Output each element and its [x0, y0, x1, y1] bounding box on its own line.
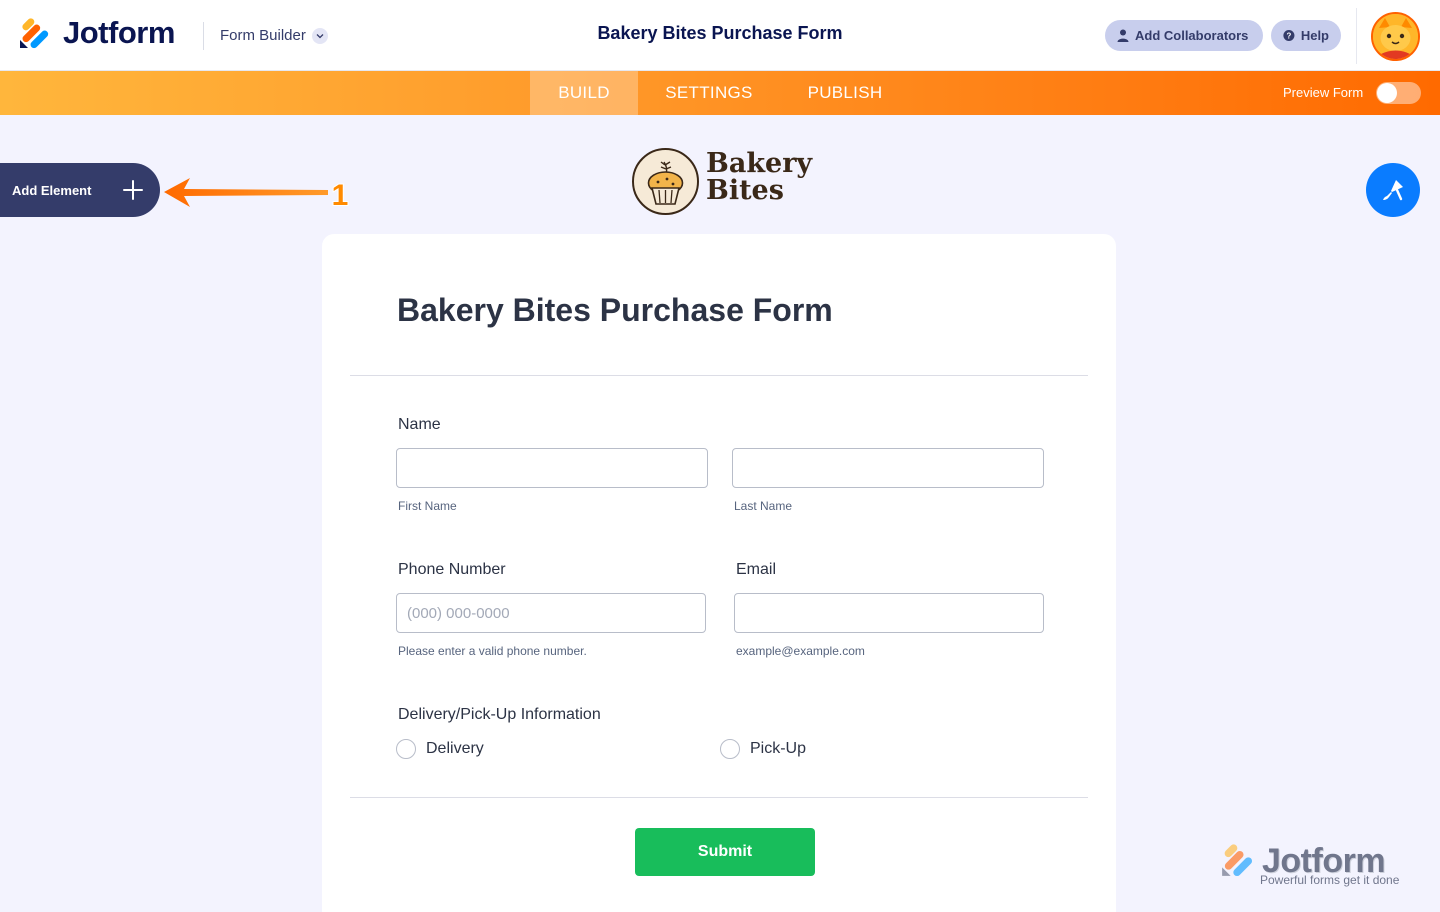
add-element-label: Add Element [12, 182, 92, 198]
toggle-knob [1377, 83, 1397, 103]
jotform-logo-icon[interactable] [18, 18, 50, 50]
header-divider [203, 22, 204, 50]
name-label[interactable]: Name [398, 416, 441, 434]
radio-pickup-label: Pick-Up [750, 740, 807, 757]
logo-text: Bakery Bites [706, 150, 812, 204]
jotform-watermark[interactable]: Jotform Powerful forms get it done [1220, 842, 1410, 892]
brand-name[interactable]: Jotform [63, 15, 175, 51]
phone-input[interactable] [396, 593, 706, 633]
form-heading[interactable]: Bakery Bites Purchase Form [397, 292, 833, 329]
logo-text-line-1: Bakery [706, 148, 813, 179]
header-divider [1356, 8, 1357, 64]
add-element-button[interactable]: Add Element [0, 163, 160, 217]
top-bar: Jotform Form Builder Bakery Bites Purcha… [0, 0, 1440, 71]
radio-circle[interactable] [396, 739, 416, 759]
radio-delivery[interactable]: Delivery [396, 739, 484, 759]
preview-form-label: Preview Form [1283, 85, 1364, 100]
radio-delivery-label: Delivery [426, 740, 484, 757]
avatar[interactable] [1371, 12, 1420, 61]
radio-circle[interactable] [720, 739, 740, 759]
user-icon [1117, 29, 1129, 42]
last-name-input[interactable] [732, 448, 1044, 488]
divider [350, 375, 1088, 376]
radio-pickup[interactable]: Pick-Up [720, 739, 806, 759]
svg-text:?: ? [1287, 32, 1292, 41]
email-input[interactable] [734, 593, 1044, 633]
form-designer-button[interactable] [1366, 163, 1420, 217]
watermark-tagline: Powerful forms get it done [1260, 873, 1400, 887]
help-label: Help [1300, 28, 1329, 43]
form-logo[interactable]: Bakery Bites [632, 148, 812, 218]
annotation-number: 1 [332, 179, 349, 212]
tab-build[interactable]: BUILD [530, 71, 638, 115]
delivery-label[interactable]: Delivery/Pick-Up Information [398, 706, 601, 724]
submit-button[interactable]: Submit [635, 828, 815, 876]
add-collaborators-button[interactable]: Add Collaborators [1105, 20, 1263, 51]
chevron-down-icon [311, 27, 328, 44]
first-name-input[interactable] [396, 448, 708, 488]
tab-publish[interactable]: PUBLISH [780, 71, 910, 115]
muffin-icon [632, 148, 699, 215]
paint-brush-icon [1383, 180, 1403, 201]
add-collaborators-label: Add Collaborators [1135, 28, 1249, 43]
arrow-left-icon: 1 [164, 178, 349, 213]
phone-label[interactable]: Phone Number [398, 561, 506, 579]
form-builder-menu[interactable]: Form Builder [220, 27, 328, 44]
first-name-sublabel: First Name [398, 499, 457, 513]
tab-settings[interactable]: SETTINGS [638, 71, 780, 115]
divider [350, 797, 1088, 798]
question-circle-icon: ? [1283, 29, 1295, 42]
builder-nav-bar: BUILD SETTINGS PUBLISH Preview Form [0, 71, 1440, 115]
plus-icon [123, 180, 143, 200]
form-card: Bakery Bites Purchase Form Name First Na… [322, 234, 1116, 912]
logo-text-line-2: Bites [706, 175, 784, 206]
podo-avatar-icon [1373, 14, 1418, 59]
email-sublabel: example@example.com [736, 644, 865, 658]
email-label[interactable]: Email [736, 561, 776, 579]
jotform-logo-icon [1222, 844, 1253, 877]
help-button[interactable]: ? Help [1271, 20, 1341, 51]
phone-sublabel: Please enter a valid phone number. [398, 644, 587, 658]
last-name-sublabel: Last Name [734, 499, 793, 513]
preview-form-toggle[interactable] [1376, 82, 1421, 104]
form-builder-label: Form Builder [220, 27, 306, 44]
